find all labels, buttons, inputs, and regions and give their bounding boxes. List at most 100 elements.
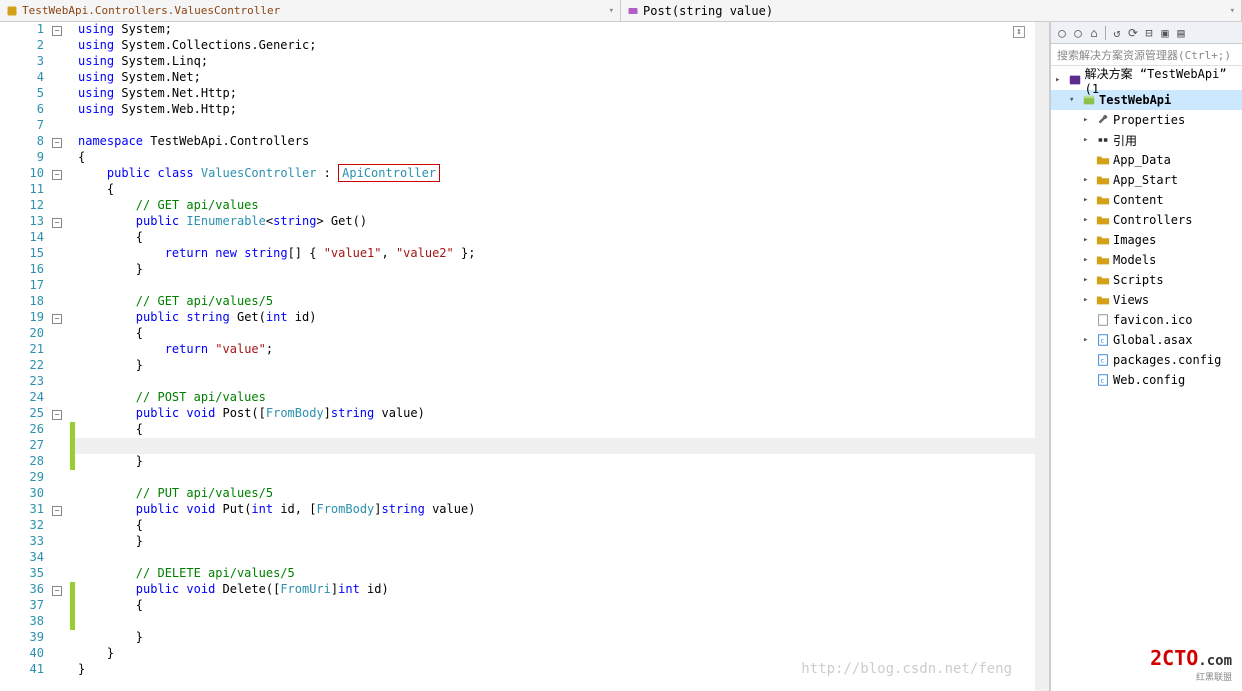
code-line[interactable]: } — [78, 534, 1035, 550]
code-line[interactable]: { — [78, 598, 1035, 614]
code-line[interactable]: public string Get(int id) — [78, 310, 1035, 326]
code-line[interactable]: public void Delete([FromUri]int id) — [78, 582, 1035, 598]
fold-toggle[interactable]: − — [52, 586, 62, 596]
code-line[interactable] — [78, 614, 1035, 630]
tree-label: 引用 — [1113, 132, 1137, 149]
tree-item[interactable]: ▸Controllers — [1051, 210, 1242, 230]
expand-arrow-icon[interactable]: ▸ — [1083, 255, 1093, 265]
code-line[interactable]: { — [78, 518, 1035, 534]
tree-label: Models — [1113, 253, 1156, 267]
code-line[interactable] — [78, 438, 1035, 454]
code-line[interactable]: // POST api/values — [78, 390, 1035, 406]
properties-icon[interactable]: ▤ — [1174, 26, 1188, 40]
fold-toggle[interactable]: − — [52, 218, 62, 228]
fold-toggle[interactable]: − — [52, 26, 62, 36]
expand-arrow-icon[interactable]: ▾ — [1069, 95, 1079, 105]
code-line[interactable]: { — [78, 150, 1035, 166]
expand-arrow-icon[interactable]: ▸ — [1083, 335, 1093, 345]
code-line[interactable]: using System.Net.Http; — [78, 86, 1035, 102]
code-line[interactable]: public IEnumerable<string> Get() — [78, 214, 1035, 230]
expand-arrow-icon[interactable]: ▸ — [1083, 215, 1093, 225]
expand-arrow-icon[interactable]: ▸ — [1083, 115, 1093, 125]
expand-arrow-icon[interactable]: ▸ — [1083, 195, 1093, 205]
expand-arrow-icon[interactable]: ▸ — [1083, 295, 1093, 305]
vertical-scrollbar[interactable] — [1035, 22, 1049, 691]
tree-item[interactable]: ▸解决方案 “TestWebApi” (1 — [1051, 70, 1242, 90]
expand-arrow-icon[interactable]: ▸ — [1083, 175, 1093, 185]
tree-item[interactable]: ▸ Images — [1051, 230, 1242, 250]
fold-toggle[interactable]: − — [52, 170, 62, 180]
code-line[interactable]: } — [78, 358, 1035, 374]
code-line[interactable]: using System.Net; — [78, 70, 1035, 86]
tree-label: Scripts — [1113, 273, 1164, 287]
code-line[interactable]: { — [78, 230, 1035, 246]
tree-item[interactable]: ▸ Scripts — [1051, 270, 1242, 290]
code-line[interactable]: } — [78, 630, 1035, 646]
tree-item[interactable]: ▸App_Start — [1051, 170, 1242, 190]
solution-toolbar: ◯ ◯ ⌂ ↺ ⟳ ⊟ ▣ ▤ — [1051, 22, 1242, 44]
code-line[interactable] — [78, 374, 1035, 390]
tree-item[interactable]: App_Data — [1051, 150, 1242, 170]
code-line[interactable]: public void Post([FromBody]string value) — [78, 406, 1035, 422]
tree-item[interactable]: ▸ 引用 — [1051, 130, 1242, 150]
code-line[interactable] — [78, 118, 1035, 134]
expand-arrow-icon[interactable]: ▸ — [1055, 75, 1065, 85]
code-line[interactable]: } — [78, 454, 1035, 470]
code-line[interactable]: } — [78, 262, 1035, 278]
collapse-icon[interactable]: ⊟ — [1142, 26, 1156, 40]
fold-toggle[interactable]: − — [52, 506, 62, 516]
tree-item[interactable]: favicon.ico — [1051, 310, 1242, 330]
sync-icon[interactable]: ↺ — [1110, 26, 1124, 40]
tree-item[interactable]: ▸Views — [1051, 290, 1242, 310]
tree-item[interactable]: ▸ c Global.asax — [1051, 330, 1242, 350]
code-line[interactable]: } — [78, 646, 1035, 662]
tree-item[interactable]: cpackages.config — [1051, 350, 1242, 370]
forward-icon[interactable]: ◯ — [1071, 26, 1085, 40]
solution-explorer: ◯ ◯ ⌂ ↺ ⟳ ⊟ ▣ ▤ 搜索解决方案资源管理器(Ctrl+;) ▸解决方… — [1050, 22, 1242, 691]
code-line[interactable]: public void Put(int id, [FromBody]string… — [78, 502, 1035, 518]
code-line[interactable]: { — [78, 182, 1035, 198]
code-line[interactable] — [78, 550, 1035, 566]
code-line[interactable] — [78, 470, 1035, 486]
show-all-icon[interactable]: ▣ — [1158, 26, 1172, 40]
tree-item[interactable]: ▸Properties — [1051, 110, 1242, 130]
code-line[interactable]: // PUT api/values/5 — [78, 486, 1035, 502]
refresh-icon[interactable]: ⟳ — [1126, 26, 1140, 40]
tree-item[interactable]: ▸Content — [1051, 190, 1242, 210]
expand-arrow-icon[interactable]: ▸ — [1083, 235, 1093, 245]
code-line[interactable]: // DELETE api/values/5 — [78, 566, 1035, 582]
solution-search[interactable]: 搜索解决方案资源管理器(Ctrl+;) — [1051, 44, 1242, 66]
home-icon[interactable]: ⌂ — [1087, 26, 1101, 40]
back-icon[interactable]: ◯ — [1055, 26, 1069, 40]
fold-toggle[interactable]: − — [52, 314, 62, 324]
code-line[interactable]: return "value"; — [78, 342, 1035, 358]
line-gutter[interactable]: 1−2345678−910−111213−141516171819−202122… — [0, 22, 70, 678]
tree-item[interactable]: cWeb.config — [1051, 370, 1242, 390]
code-line[interactable]: // GET api/values/5 — [78, 294, 1035, 310]
code-line[interactable]: return new string[] { "value1", "value2"… — [78, 246, 1035, 262]
tree-label: Images — [1113, 233, 1156, 247]
code-line[interactable]: { — [78, 326, 1035, 342]
nav-class-dropdown[interactable]: TestWebApi.Controllers.ValuesController … — [0, 0, 621, 21]
code-line[interactable]: using System; — [78, 22, 1035, 38]
svg-text:c: c — [1100, 338, 1104, 345]
method-icon — [627, 5, 639, 17]
code-line[interactable]: namespace TestWebApi.Controllers — [78, 134, 1035, 150]
fold-toggle[interactable]: − — [52, 138, 62, 148]
code-line[interactable]: public class ValuesController : ApiContr… — [78, 166, 1035, 182]
code-line[interactable]: using System.Collections.Generic; — [78, 38, 1035, 54]
code-line[interactable] — [78, 278, 1035, 294]
fold-toggle[interactable]: − — [52, 410, 62, 420]
tree-item[interactable]: ▸ Models — [1051, 250, 1242, 270]
code-line[interactable]: using System.Linq; — [78, 54, 1035, 70]
tree-label: Global.asax — [1113, 333, 1192, 347]
code-area[interactable]: using System;using System.Collections.Ge… — [78, 22, 1035, 678]
code-line[interactable]: // GET api/values — [78, 198, 1035, 214]
code-line[interactable]: { — [78, 422, 1035, 438]
nav-member-dropdown[interactable]: Post(string value) ▾ — [621, 0, 1242, 21]
expand-arrow-icon[interactable]: ▸ — [1083, 275, 1093, 285]
expand-arrow-icon[interactable]: ▸ — [1083, 135, 1093, 145]
code-line[interactable]: using System.Web.Http; — [78, 102, 1035, 118]
solution-tree[interactable]: ▸解决方案 “TestWebApi” (1▾TestWebApi▸Propert… — [1051, 66, 1242, 691]
code-editor[interactable]: ↕ 1−2345678−910−111213−141516171819−2021… — [0, 22, 1050, 691]
